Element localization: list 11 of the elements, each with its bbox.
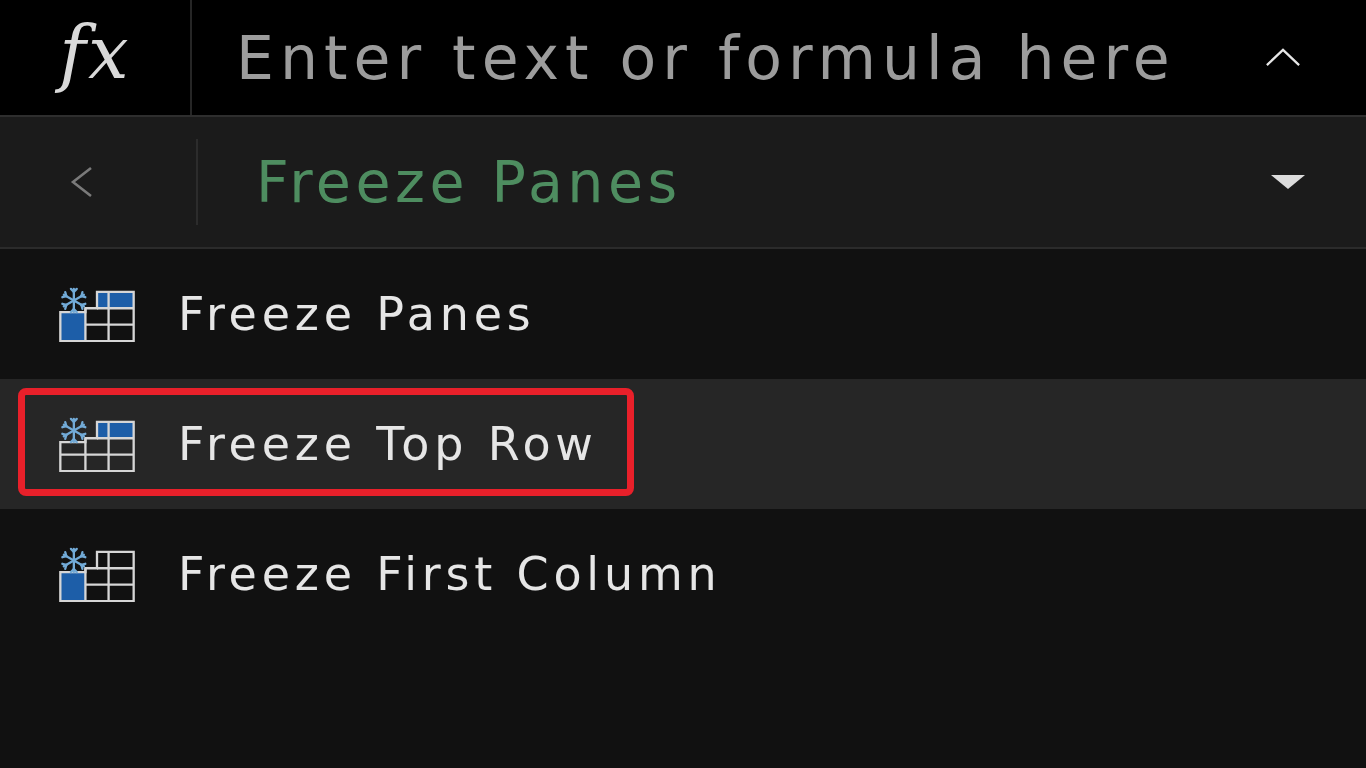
menu-item[interactable]: Freeze Top Row: [0, 379, 1366, 509]
snowflake-grid-icon: [58, 286, 136, 342]
snowflake-grid-icon: [58, 546, 136, 602]
snowflake-grid-icon: [58, 416, 136, 472]
chevron-up-icon: [1265, 48, 1301, 67]
caret-down-icon: [1271, 175, 1305, 189]
formula-input[interactable]: Enter text or formula here: [192, 0, 1200, 115]
collapse-button[interactable]: [1200, 0, 1366, 115]
insert-function-button[interactable]: fx: [0, 0, 192, 115]
submenu-title: Freeze Panes: [256, 149, 682, 215]
chevron-left-icon: [70, 166, 94, 198]
